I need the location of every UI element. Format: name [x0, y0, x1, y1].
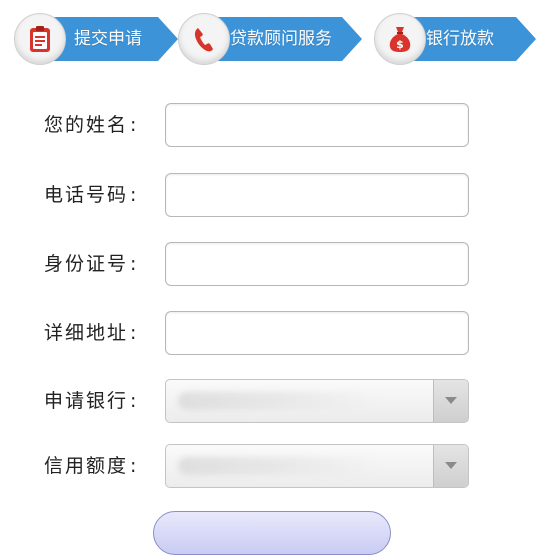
credit-limit-label-text: 信用额度 [44, 455, 129, 477]
id-number-input[interactable] [165, 242, 469, 286]
money-bag-icon: $ [389, 27, 411, 52]
form-row-bank: 申请银行: [0, 377, 544, 425]
step-submit-application: 提交申请 [8, 0, 178, 80]
chevron-down-icon [445, 462, 457, 469]
label-colon: : [130, 390, 139, 412]
bank-label-text: 申请银行 [44, 390, 129, 412]
label-colon: : [130, 322, 139, 344]
svg-text:$: $ [396, 38, 404, 51]
blurred-selected-value [178, 392, 378, 410]
label-colon: : [130, 253, 139, 275]
phone-label: 电话号码: [44, 171, 138, 219]
form-row-name: 您的姓名: [0, 101, 544, 149]
step-label: 提交申请 [74, 29, 142, 49]
submit-button[interactable] [153, 511, 391, 555]
name-label-text: 您的姓名 [44, 114, 129, 136]
name-input[interactable] [165, 103, 469, 147]
phone-icon [194, 28, 213, 52]
credit-limit-select[interactable] [165, 444, 469, 488]
bank-label: 申请银行: [44, 377, 138, 425]
clipboard-icon [30, 26, 50, 52]
chevron-down-icon [445, 397, 457, 404]
step-badge [178, 13, 230, 65]
credit-limit-label: 信用额度: [44, 442, 138, 490]
address-label: 详细地址: [44, 309, 138, 357]
label-colon: : [130, 114, 139, 136]
label-colon: : [130, 455, 139, 477]
dropdown-button[interactable] [433, 445, 468, 487]
phone-input[interactable] [165, 173, 469, 217]
step-label: 银行放款 [426, 29, 494, 49]
address-input[interactable] [165, 311, 469, 355]
form-row-credit-limit: 信用额度: [0, 442, 544, 490]
step-badge: $ [374, 13, 426, 65]
blurred-selected-value [178, 457, 378, 475]
step-loan-advisor-service: 贷款顾问服务 [172, 0, 362, 80]
address-label-text: 详细地址 [44, 322, 129, 344]
step-label: 贷款顾问服务 [230, 29, 332, 49]
name-label: 您的姓名: [44, 101, 138, 149]
form-row-phone: 电话号码: [0, 171, 544, 219]
form-row-id-number: 身份证号: [0, 240, 544, 288]
bank-select[interactable] [165, 379, 469, 423]
step-badge [14, 13, 66, 65]
phone-label-text: 电话号码 [44, 184, 129, 206]
id-number-label: 身份证号: [44, 240, 138, 288]
label-colon: : [130, 184, 139, 206]
id-number-label-text: 身份证号 [44, 253, 129, 275]
form-row-address: 详细地址: [0, 309, 544, 357]
dropdown-button[interactable] [433, 380, 468, 422]
step-bank-disbursement: $ 银行放款 [368, 0, 536, 80]
progress-steps: 提交申请 贷款顾问服务 $ 银行放款 [0, 0, 544, 80]
